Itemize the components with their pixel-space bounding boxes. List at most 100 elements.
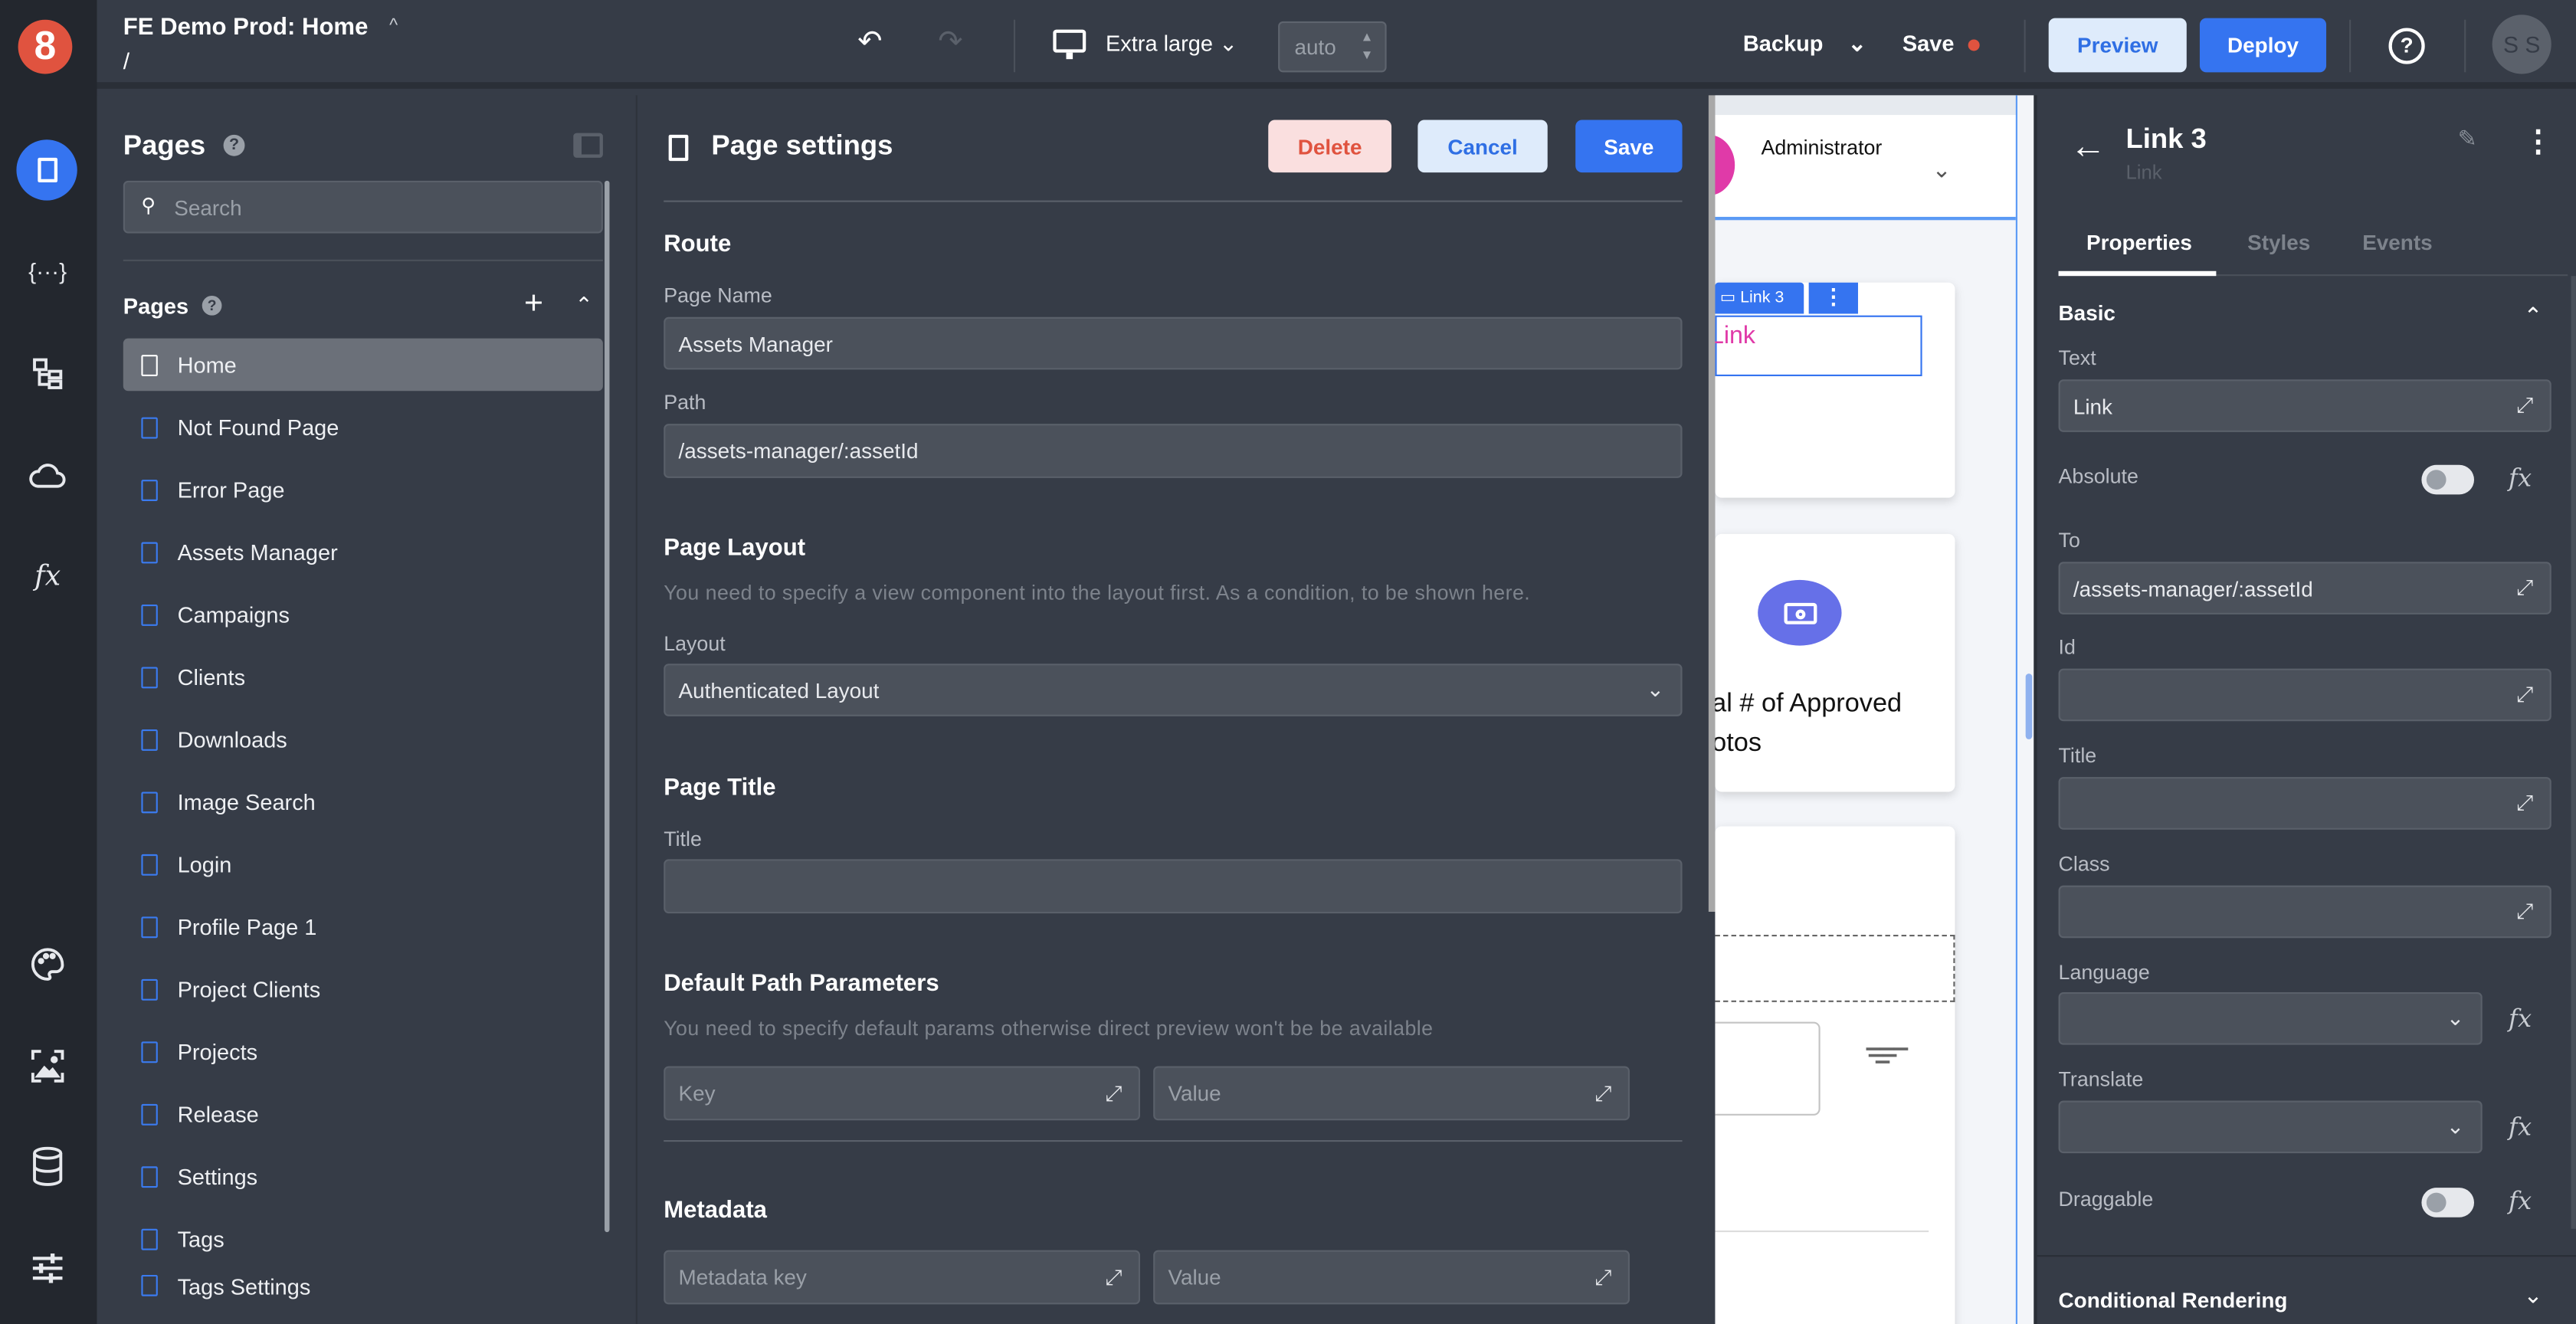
deploy-button[interactable]: Deploy [2199, 18, 2327, 73]
add-page-icon[interactable]: + [524, 286, 543, 323]
back-arrow-icon[interactable]: ← [2070, 125, 2106, 168]
expand-icon[interactable]: ⤢ [1594, 1264, 1611, 1290]
translate-fx-icon[interactable]: fx [2509, 1113, 2532, 1142]
search-field[interactable] [1715, 1021, 1821, 1116]
filter-icon[interactable]: ▔▔▔ ▔▔ ▔ [1866, 1050, 1908, 1082]
cloud-icon[interactable] [23, 450, 72, 499]
pages-scrollbar[interactable] [605, 180, 610, 1233]
translate-select[interactable]: ⌄ [2058, 1100, 2483, 1154]
page-item[interactable]: Home [123, 338, 603, 392]
expand-icon[interactable]: ⤢ [2516, 790, 2533, 816]
param-key-input[interactable]: Key ⤢ [664, 1066, 1141, 1121]
default-params-hint: You need to specify default params other… [664, 1017, 1434, 1041]
project-title-chevron-icon[interactable]: ^ [389, 16, 398, 36]
param-value-input[interactable]: Value ⤢ [1153, 1066, 1630, 1121]
page-item[interactable]: Release [123, 1087, 603, 1140]
absolute-fx-icon[interactable]: fx [2509, 464, 2532, 493]
component-badge[interactable]: ▭ Link 3 [1715, 282, 1804, 314]
title-input[interactable]: ⤢ [2058, 777, 2551, 830]
layout-select[interactable]: Authenticated Layout ⌄ [664, 664, 1683, 716]
page-item[interactable]: Clients [123, 651, 603, 703]
variables-icon[interactable]: {···} [23, 247, 72, 296]
more-menu-icon[interactable]: ⋮ [2523, 125, 2553, 159]
metadata-value-input[interactable]: Value ⤢ [1153, 1250, 1630, 1305]
backup-button[interactable]: Backup ⌄ [1743, 31, 1866, 57]
redo-icon[interactable]: ↷ [938, 25, 962, 59]
cancel-button[interactable]: Cancel [1417, 120, 1548, 173]
palette-icon[interactable] [23, 939, 72, 988]
zoom-input[interactable]: auto ▲ ▼ [1278, 21, 1387, 73]
tab-properties[interactable]: Properties [2086, 230, 2192, 254]
class-input[interactable]: ⤢ [2058, 885, 2551, 939]
page-item[interactable]: Tags [123, 1212, 603, 1265]
page-item[interactable]: Settings [123, 1150, 603, 1203]
undo-icon[interactable]: ↶ [857, 25, 882, 59]
expand-icon[interactable]: ⤢ [1594, 1080, 1611, 1106]
page-item[interactable]: Error Page [123, 464, 603, 516]
help-icon[interactable]: ? [202, 295, 222, 316]
conditional-rendering-section[interactable]: Conditional Rendering [2059, 1288, 2288, 1313]
preview-button[interactable]: Preview [2048, 18, 2187, 73]
edit-pencil-icon[interactable]: ✎ [2458, 125, 2477, 152]
expand-icon[interactable]: ⤢ [2516, 682, 2533, 708]
page-item[interactable]: Login [123, 837, 603, 890]
metadata-key-input[interactable]: Metadata key ⤢ [664, 1250, 1141, 1305]
save-top-button[interactable]: Save [1903, 31, 1955, 56]
page-item[interactable]: Tags Settings [123, 1274, 603, 1301]
settings-sliders-icon[interactable] [23, 1244, 72, 1293]
functions-icon[interactable]: fx [23, 552, 72, 601]
media-icon[interactable] [23, 1041, 72, 1090]
id-input[interactable]: ⤢ [2058, 668, 2551, 722]
page-item[interactable]: Downloads [123, 713, 603, 766]
chevron-down-icon[interactable]: ⌄ [1932, 156, 1951, 184]
expand-icon[interactable]: ⤢ [2516, 899, 2533, 925]
component-menu-icon[interactable]: ⋮ [1808, 282, 1858, 314]
stepper-icon[interactable]: ▲ ▼ [1360, 28, 1373, 64]
text-input[interactable]: Link ⤢ [2058, 379, 2551, 432]
settings-scrollbar[interactable] [1708, 95, 1716, 912]
pages-icon[interactable] [16, 139, 77, 201]
expand-icon[interactable]: ⤢ [1105, 1080, 1122, 1106]
collapse-section-icon[interactable]: ⌃ [575, 293, 592, 319]
expand-icon[interactable]: ⤢ [1105, 1264, 1122, 1290]
to-input[interactable]: /assets-manager/:assetId ⤢ [2058, 562, 2551, 614]
expand-icon[interactable]: ⤢ [2516, 575, 2533, 601]
page-item[interactable]: Projects [123, 1025, 603, 1078]
user-avatar[interactable]: S S [2492, 15, 2551, 74]
inspector-scrollbar[interactable] [2571, 276, 2576, 1229]
page-item[interactable]: Project Clients [123, 962, 603, 1015]
link-text[interactable]: Link [1715, 322, 1755, 349]
page-name-input[interactable]: Assets Manager [664, 316, 1683, 370]
draggable-fx-icon[interactable]: fx [2509, 1186, 2532, 1216]
page-item[interactable]: Image Search [123, 775, 603, 828]
page-item[interactable]: Assets Manager [123, 526, 603, 578]
device-select[interactable]: Extra large ⌄ [1106, 31, 1237, 57]
page-item-label: Clients [177, 664, 246, 690]
language-select[interactable]: ⌄ [2058, 992, 2483, 1045]
absolute-toggle[interactable] [2421, 464, 2475, 495]
collapse-panel-icon[interactable] [573, 133, 603, 158]
language-fx-icon[interactable]: fx [2509, 1004, 2532, 1034]
delete-button[interactable]: Delete [1268, 120, 1392, 173]
expand-icon[interactable]: ⤢ [2516, 392, 2533, 418]
project-title[interactable]: FE Demo Prod: Home [123, 15, 369, 41]
help-icon[interactable]: ? [223, 134, 245, 156]
tab-styles[interactable]: Styles [2247, 230, 2310, 254]
page-item[interactable]: Campaigns [123, 588, 603, 641]
chevron-down-icon[interactable]: ⌄ [2523, 1281, 2542, 1309]
database-icon[interactable] [23, 1142, 72, 1191]
help-icon[interactable]: ? [2388, 28, 2425, 64]
save-button[interactable]: Save [1575, 120, 1683, 173]
title-input[interactable] [664, 859, 1683, 914]
collapse-section-icon[interactable]: ⌃ [2523, 303, 2542, 330]
canvas-scrollbar[interactable] [2025, 673, 2033, 739]
draggable-toggle[interactable] [2421, 1188, 2475, 1217]
components-tree-icon[interactable] [23, 349, 72, 398]
pages-search-input[interactable]: Search ⚲ [123, 180, 603, 234]
app-logo[interactable]: 8 [18, 19, 73, 74]
page-item[interactable]: Profile Page 1 [123, 900, 603, 953]
tab-events[interactable]: Events [2362, 230, 2432, 254]
path-input[interactable]: /assets-manager/:assetId [664, 424, 1683, 478]
page-item[interactable]: Not Found Page [123, 401, 603, 454]
selected-link[interactable]: Link [1715, 315, 1922, 376]
